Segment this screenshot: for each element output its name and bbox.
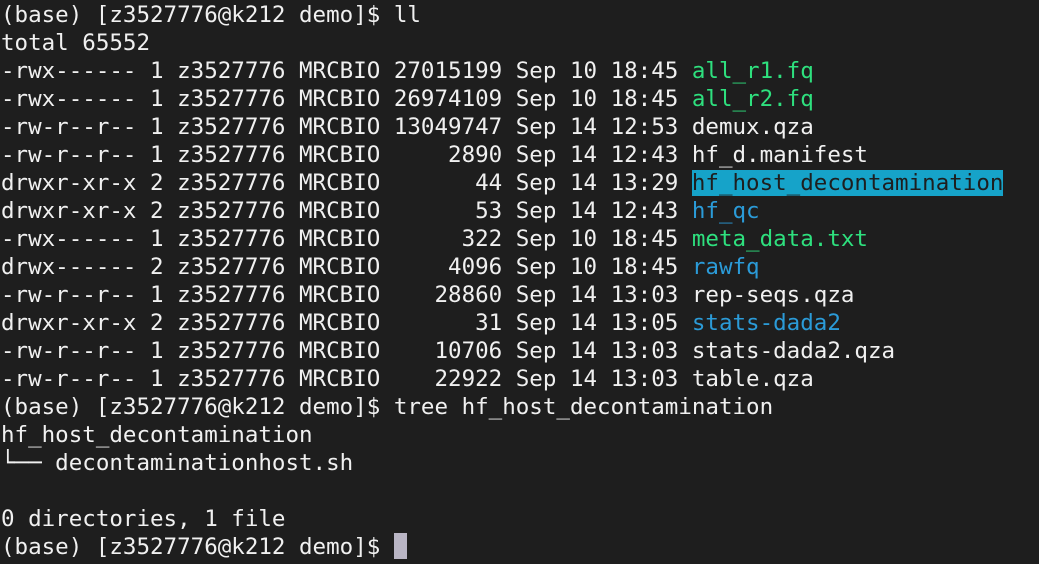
command-line-tree: (base) [z3527776@k212 demo]$ tree hf_hos…	[1, 393, 1039, 421]
directory-name: hf_qc	[691, 198, 760, 224]
total-line: total 65552	[1, 30, 151, 56]
file-name: demux.qza	[691, 114, 814, 140]
terminal-window[interactable]: (base) [z3527776@k212 demo]$ ll total 65…	[0, 0, 1039, 564]
file-name-executable: meta_data.txt	[691, 226, 868, 252]
directory-name: stats-dada2	[691, 310, 841, 336]
file-meta: -rw-r--r-- 1 z3527776 MRCBIO 2890 Sep 14…	[1, 142, 692, 168]
file-meta: -rw-r--r-- 1 z3527776 MRCBIO 10706 Sep 1…	[1, 338, 692, 364]
command-line-active[interactable]: (base) [z3527776@k212 demo]$	[1, 533, 1039, 561]
file-meta: drwxr-xr-x 2 z3527776 MRCBIO 53 Sep 14 1…	[1, 198, 692, 224]
listing-row: drwxr-xr-x 2 z3527776 MRCBIO 44 Sep 14 1…	[1, 169, 1039, 197]
listing-row: -rwx------ 1 z3527776 MRCBIO 27015199 Se…	[1, 57, 1039, 85]
file-name: hf_d.manifest	[691, 142, 868, 168]
file-meta: drwx------ 2 z3527776 MRCBIO 4096 Sep 10…	[1, 254, 692, 280]
text-cursor[interactable]	[393, 533, 407, 559]
prompt: (base) [z3527776@k212 demo]$	[1, 394, 394, 420]
command-line-ll: (base) [z3527776@k212 demo]$ ll	[1, 1, 1039, 29]
directory-name: rawfq	[691, 254, 760, 280]
tree-child: └── decontaminationhost.sh	[1, 450, 354, 476]
file-meta: drwxr-xr-x 2 z3527776 MRCBIO 44 Sep 14 1…	[1, 170, 692, 196]
file-meta: -rwx------ 1 z3527776 MRCBIO 322 Sep 10 …	[1, 226, 692, 252]
listing-row: -rw-r--r-- 1 z3527776 MRCBIO 28860 Sep 1…	[1, 281, 1039, 309]
file-meta: -rw-r--r-- 1 z3527776 MRCBIO 28860 Sep 1…	[1, 282, 692, 308]
command-text: ll	[393, 2, 421, 28]
listing-row: drwxr-xr-x 2 z3527776 MRCBIO 31 Sep 14 1…	[1, 309, 1039, 337]
file-name: table.qza	[691, 366, 814, 392]
file-meta: -rwx------ 1 z3527776 MRCBIO 26974109 Se…	[1, 86, 692, 112]
file-name: stats-dada2.qza	[691, 338, 896, 364]
tree-summary: 0 directories, 1 file	[1, 506, 286, 532]
prompt: (base) [z3527776@k212 demo]$	[1, 2, 394, 28]
file-name-executable: all_r1.fq	[691, 58, 814, 84]
listing-row: -rw-r--r-- 1 z3527776 MRCBIO 10706 Sep 1…	[1, 337, 1039, 365]
listing-row: -rwx------ 1 z3527776 MRCBIO 26974109 Se…	[1, 85, 1039, 113]
file-meta: -rwx------ 1 z3527776 MRCBIO 27015199 Se…	[1, 58, 692, 84]
file-meta: drwxr-xr-x 2 z3527776 MRCBIO 31 Sep 14 1…	[1, 310, 692, 336]
directory-name-highlighted[interactable]: hf_host_decontamination	[691, 170, 1004, 196]
listing-row: -rw-r--r-- 1 z3527776 MRCBIO 2890 Sep 14…	[1, 141, 1039, 169]
command-text: tree hf_host_decontamination	[393, 394, 774, 420]
file-name-executable: all_r2.fq	[691, 86, 814, 112]
listing-row: drwxr-xr-x 2 z3527776 MRCBIO 53 Sep 14 1…	[1, 197, 1039, 225]
listing-row: -rwx------ 1 z3527776 MRCBIO 322 Sep 10 …	[1, 225, 1039, 253]
prompt: (base) [z3527776@k212 demo]$	[1, 534, 394, 560]
file-name: rep-seqs.qza	[691, 282, 855, 308]
listing-row: drwx------ 2 z3527776 MRCBIO 4096 Sep 10…	[1, 253, 1039, 281]
file-meta: -rw-r--r-- 1 z3527776 MRCBIO 13049747 Se…	[1, 114, 692, 140]
listing-row: -rw-r--r-- 1 z3527776 MRCBIO 22922 Sep 1…	[1, 365, 1039, 393]
file-meta: -rw-r--r-- 1 z3527776 MRCBIO 22922 Sep 1…	[1, 366, 692, 392]
listing-row: -rw-r--r-- 1 z3527776 MRCBIO 13049747 Se…	[1, 113, 1039, 141]
tree-root: hf_host_decontamination	[1, 422, 313, 448]
